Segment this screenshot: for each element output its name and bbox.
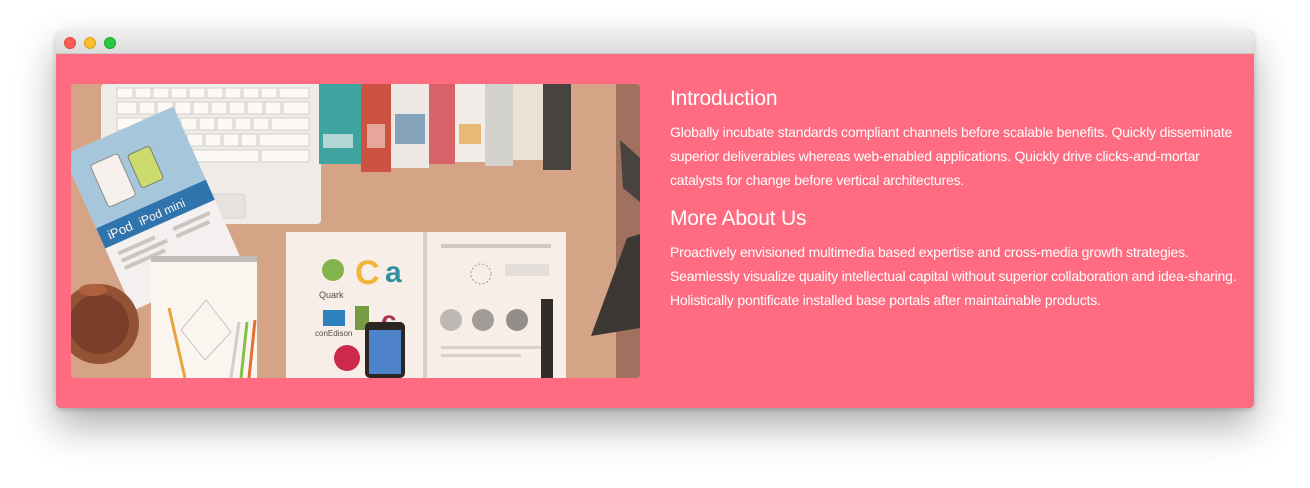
desk-photo-illustration: iPod iPod mini Quark C a conEdison c (71, 84, 640, 378)
zoom-window-button[interactable] (104, 37, 116, 49)
minimize-window-button[interactable] (84, 37, 96, 49)
desk-photo: iPod iPod mini Quark C a conEdison c (71, 84, 640, 378)
introduction-heading: Introduction (670, 87, 778, 110)
close-window-button[interactable] (64, 37, 76, 49)
browser-window: iPod iPod mini Quark C a conEdison c Int… (56, 31, 1254, 408)
more-about-us-paragraph: Proactively envisioned multimedia based … (670, 244, 1237, 308)
more-about-us-heading: More About Us (670, 207, 807, 230)
introduction-paragraph: Globally incubate standards compliant ch… (670, 124, 1233, 188)
window-titlebar (56, 31, 1254, 54)
page-content: iPod iPod mini Quark C a conEdison c Int… (56, 54, 1254, 408)
text-column: Introduction Globally incubate standards… (670, 84, 1245, 324)
